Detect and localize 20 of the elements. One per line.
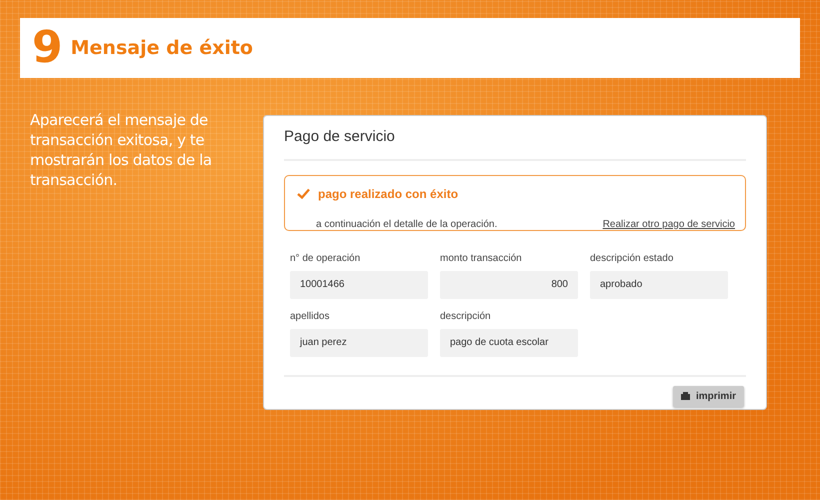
- field-label: monto transacción: [440, 252, 523, 266]
- alert-title: pago realizado con éxito: [318, 186, 458, 202]
- intro-text: Aparecerá el mensaje de transacción exitosa, y te mostrarán los datos de la transacción.: [29, 110, 213, 191]
- field-label: descripción estado: [590, 252, 674, 266]
- check-icon: [297, 188, 310, 199]
- panel-title: Pago de servicio: [284, 124, 746, 160]
- field-value: pago de cuota escolar: [440, 328, 578, 356]
- field-value: 800: [440, 270, 578, 298]
- alert-text: a continuación el detalle de la operación.: [316, 218, 498, 232]
- field-label: descripción: [440, 310, 492, 324]
- field-label: apellidos: [290, 310, 330, 324]
- new-payment-link[interactable]: Realizar otro pago de servicio: [602, 216, 735, 232]
- field-label: n° de operación: [290, 252, 362, 266]
- step-number: 9: [32, 26, 63, 70]
- field-value: juan perez: [290, 328, 428, 356]
- field-value: aprobado: [590, 270, 728, 298]
- print-button[interactable]: imprimir: [672, 386, 744, 406]
- printer-icon: [680, 392, 690, 400]
- field-value: 10001466: [290, 270, 428, 298]
- step-title: Mensaje de éxito: [70, 36, 253, 61]
